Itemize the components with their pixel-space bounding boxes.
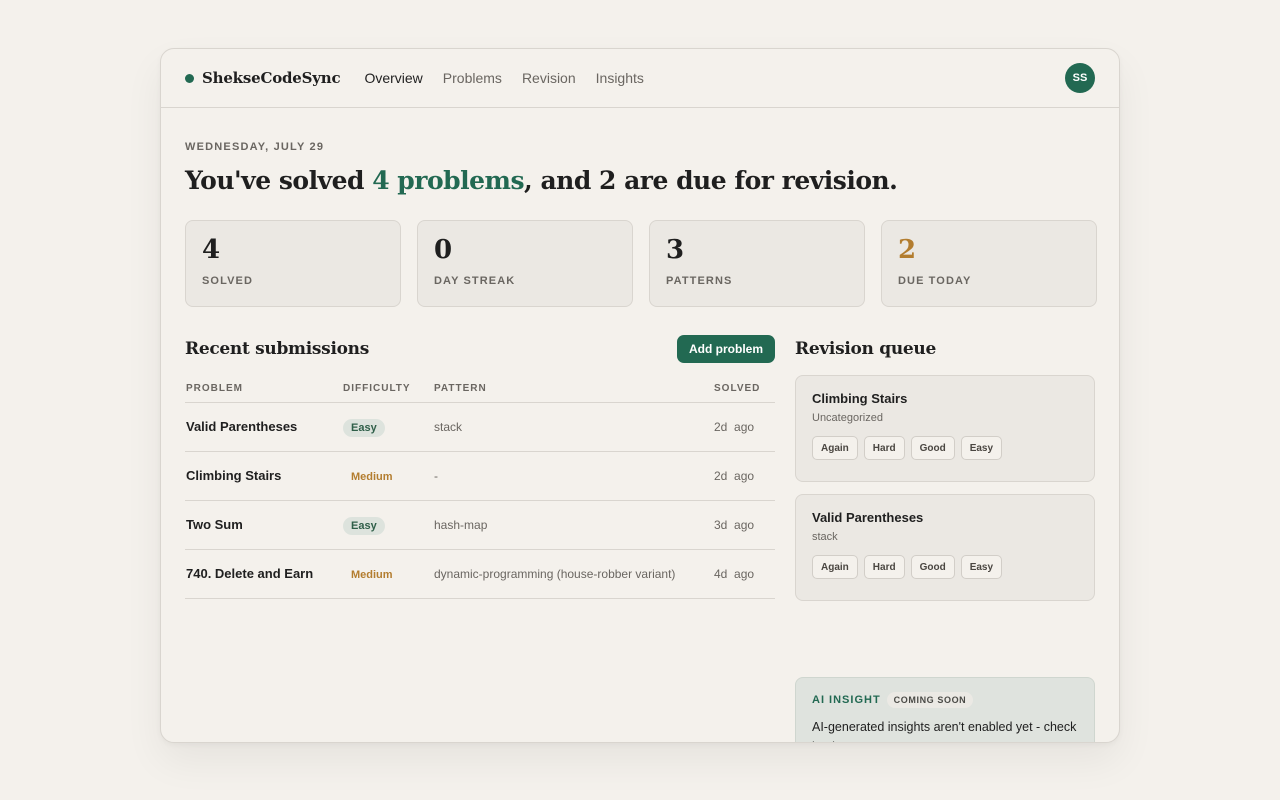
- stat-value: 3: [666, 235, 685, 265]
- revision-card[interactable]: Valid Parentheses stack Again Hard Good …: [795, 494, 1095, 601]
- app-window: ShekseCodeSync Overview Problems Revisio…: [160, 48, 1120, 743]
- recent-submissions-title: Recent submissions: [185, 339, 369, 359]
- column-header-difficulty[interactable]: DIFFICULTY: [343, 383, 434, 394]
- problem-name[interactable]: Climbing Stairs: [186, 468, 281, 483]
- rate-hard-button[interactable]: Hard: [863, 436, 905, 460]
- coming-soon-badge: COMING SOON: [886, 692, 974, 708]
- revision-problem-pattern: stack: [812, 531, 838, 543]
- nav-link-problems[interactable]: Problems: [443, 70, 502, 86]
- revision-queue-title: Revision queue: [795, 339, 936, 359]
- rating-buttons: Again Hard Good Easy: [812, 436, 1078, 460]
- nav-link-insights[interactable]: Insights: [596, 70, 644, 86]
- difficulty-badge: Easy: [343, 418, 385, 437]
- column-header-solved[interactable]: SOLVED: [714, 383, 775, 394]
- solved-time: 3d ago: [714, 518, 755, 532]
- rate-good-button[interactable]: Good: [910, 436, 955, 460]
- table-row[interactable]: Two Sum Easy hash-map 3d ago: [185, 501, 775, 550]
- rating-buttons: Again Hard Good Easy: [812, 555, 1078, 579]
- problem-name[interactable]: 740. Delete and Earn: [186, 566, 313, 581]
- stat-value: 2: [898, 235, 917, 265]
- solved-time: 2d ago: [714, 469, 755, 483]
- stat-label: PATTERNS: [666, 275, 733, 288]
- stat-label: SOLVED: [202, 275, 254, 288]
- solved-time: 2d ago: [714, 420, 755, 434]
- pattern-text: -: [434, 469, 438, 483]
- rate-again-button[interactable]: Again: [812, 555, 858, 579]
- insight-header: AI INSIGHT COMING SOON: [812, 692, 1078, 708]
- stats-row: 4 SOLVED 0 DAY STREAK 3 PATTERNS 2 DUE T…: [185, 220, 1097, 307]
- stat-label: DUE TODAY: [898, 275, 972, 288]
- nav-link-revision[interactable]: Revision: [522, 70, 576, 86]
- difficulty-badge: Medium: [351, 568, 393, 581]
- ai-insight-card: AI INSIGHT COMING SOON AI-generated insi…: [795, 677, 1095, 742]
- pattern-text: hash-map: [434, 518, 488, 532]
- revision-problem-name: Valid Parentheses: [812, 510, 924, 525]
- revision-card[interactable]: Climbing Stairs Uncategorized Again Hard…: [795, 375, 1095, 482]
- table-row[interactable]: Valid Parentheses Easy stack 2d ago: [185, 403, 775, 452]
- brand-dot-icon: [185, 73, 194, 83]
- stat-value: 4: [202, 235, 221, 265]
- stat-due-today: 2 DUE TODAY: [881, 220, 1097, 307]
- stat-label: DAY STREAK: [434, 275, 516, 288]
- rate-again-button[interactable]: Again: [812, 436, 858, 460]
- user-avatar[interactable]: SS: [1065, 63, 1095, 93]
- table-row[interactable]: Climbing Stairs Medium - 2d ago: [185, 452, 775, 501]
- solved-time: 4d ago: [714, 567, 755, 581]
- current-date: WEDNESDAY, JULY 29: [185, 141, 325, 153]
- rate-hard-button[interactable]: Hard: [863, 555, 905, 579]
- problem-name[interactable]: Two Sum: [186, 517, 243, 532]
- problem-name[interactable]: Valid Parentheses: [186, 419, 297, 434]
- pattern-text: stack: [434, 420, 463, 434]
- page-headline: You've solved 4 problems, and 2 are due …: [185, 166, 898, 195]
- table-header: PROBLEM DIFFICULTY PATTERN SOLVED: [185, 374, 775, 403]
- nav-link-overview[interactable]: Overview: [364, 70, 422, 86]
- top-nav: ShekseCodeSync Overview Problems Revisio…: [161, 49, 1119, 108]
- rate-easy-button[interactable]: Easy: [960, 555, 1003, 579]
- stat-patterns: 3 PATTERNS: [649, 220, 865, 307]
- brand[interactable]: ShekseCodeSync: [185, 69, 341, 87]
- difficulty-badge: Medium: [351, 470, 393, 483]
- revision-problem-pattern: Uncategorized: [812, 412, 883, 424]
- table-row[interactable]: 740. Delete and Earn Medium dynamic-prog…: [185, 550, 775, 599]
- rate-easy-button[interactable]: Easy: [960, 436, 1003, 460]
- submissions-table: PROBLEM DIFFICULTY PATTERN SOLVED Valid …: [185, 374, 775, 599]
- revision-problem-name: Climbing Stairs: [812, 391, 908, 406]
- pattern-text: dynamic-programming (house-robber varian…: [434, 567, 676, 581]
- headline-pre: You've solved: [185, 166, 373, 195]
- headline-accent: 4 problems: [372, 166, 525, 195]
- headline-post: , and 2 are due for revision.: [524, 166, 898, 195]
- insight-text: AI-generated insights aren't enabled yet…: [812, 720, 1077, 742]
- brand-name: ShekseCodeSync: [202, 69, 341, 87]
- column-header-problem[interactable]: PROBLEM: [185, 383, 343, 394]
- difficulty-badge: Easy: [343, 516, 385, 535]
- stat-value: 0: [434, 235, 453, 265]
- stat-day-streak: 0 DAY STREAK: [417, 220, 633, 307]
- nav-links: Overview Problems Revision Insights: [364, 70, 643, 86]
- rate-good-button[interactable]: Good: [910, 555, 955, 579]
- stat-solved: 4 SOLVED: [185, 220, 401, 307]
- insight-label: AI INSIGHT: [812, 694, 881, 706]
- add-problem-button[interactable]: Add problem: [677, 335, 775, 363]
- column-header-pattern[interactable]: PATTERN: [434, 383, 714, 394]
